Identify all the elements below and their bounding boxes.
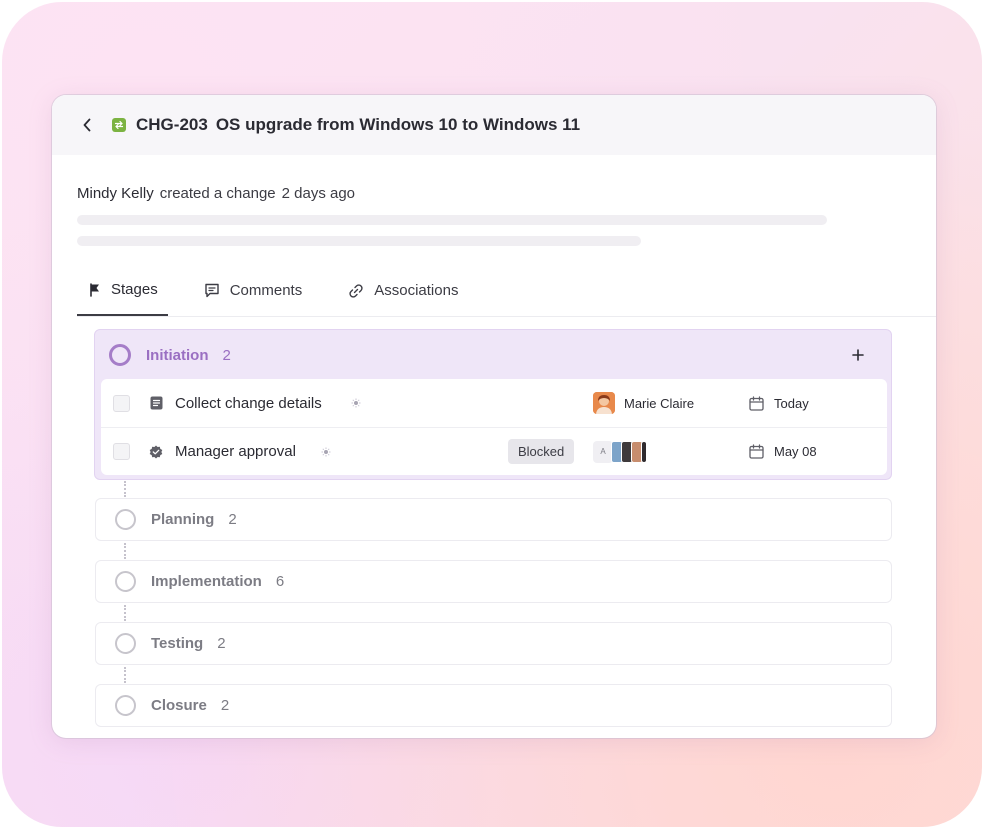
add-task-plus-icon[interactable] — [849, 346, 867, 364]
tab-stages[interactable]: Stages — [77, 265, 168, 316]
assignee-name: Marie Claire — [624, 395, 695, 411]
stage-status-ring-icon — [109, 344, 131, 366]
stage-connector — [124, 667, 126, 683]
tab-associations[interactable]: Associations — [336, 265, 468, 316]
activity-time: 2 days ago — [281, 185, 356, 202]
avatar-initial: A — [593, 440, 613, 463]
description-placeholder-line — [77, 215, 827, 225]
back-arrow-icon[interactable] — [78, 116, 96, 134]
flag-icon — [89, 282, 101, 297]
stage-task-count: 6 — [275, 573, 285, 590]
assignee-avatar-group[interactable]: A — [593, 440, 647, 463]
tab-label: Stages — [111, 281, 158, 298]
link-icon — [348, 283, 364, 299]
stage-name: Closure — [151, 697, 207, 714]
stage-connector — [124, 543, 126, 559]
change-type-icon — [112, 118, 126, 132]
stage-testing[interactable]: Testing 2 — [95, 622, 892, 665]
stage-name: Planning — [151, 511, 215, 528]
stage-connector — [124, 481, 126, 497]
due-date[interactable]: Today — [774, 396, 809, 411]
status-dot-icon — [351, 398, 361, 408]
verified-icon — [149, 445, 163, 459]
stage-name: Testing — [151, 635, 204, 652]
stage-implementation[interactable]: Implementation 6 — [95, 560, 892, 603]
stage-task-count: 2 — [228, 511, 237, 528]
tab-bar: Stages Comments Associations — [77, 265, 936, 317]
change-detail-panel: CHG-203 OS upgrade from Windows 10 to Wi… — [52, 95, 936, 738]
page-title: OS upgrade from Windows 10 to Windows 11 — [215, 115, 581, 134]
document-icon — [149, 396, 163, 410]
avatar[interactable] — [593, 392, 615, 414]
task-row-manager-approval[interactable]: Manager approval Blocked A May 08 — [101, 427, 887, 475]
stage-header[interactable]: Initiation 2 — [95, 330, 891, 380]
stage-connector — [124, 605, 126, 621]
task-checkbox[interactable] — [113, 443, 130, 460]
stage-status-ring-icon — [115, 695, 136, 716]
tab-label: Comments — [229, 282, 303, 299]
description-placeholder-line — [77, 236, 641, 246]
activity-verb: created a change — [159, 185, 276, 202]
task-row-collect-change-details[interactable]: Collect change details Marie Claire Toda… — [101, 379, 887, 427]
status-dot-icon — [321, 447, 331, 457]
calendar-icon — [749, 395, 764, 411]
status-badge: Blocked — [508, 439, 575, 464]
stage-status-ring-icon — [115, 571, 136, 592]
stage-task-count: 2 — [222, 346, 231, 364]
author-name[interactable]: Mindy Kelly — [77, 185, 154, 202]
panel-header: CHG-203 OS upgrade from Windows 10 to Wi… — [52, 95, 936, 155]
comment-icon — [204, 283, 220, 298]
calendar-icon — [749, 444, 764, 459]
stage-status-ring-icon — [115, 509, 136, 530]
stage-task-count: 2 — [220, 697, 230, 714]
stage-name: Initiation — [146, 346, 209, 364]
stage-name: Implementation — [151, 573, 262, 590]
task-name: Collect change details — [175, 394, 322, 412]
due-date[interactable]: May 08 — [774, 444, 817, 459]
tab-label: Associations — [374, 282, 459, 299]
stage-planning[interactable]: Planning 2 — [95, 498, 892, 541]
activity-line: Mindy Kelly created a change 2 days ago — [77, 185, 355, 202]
stage-task-count: 2 — [217, 635, 226, 652]
stage-initiation: Initiation 2 Collect change details Mari… — [94, 329, 892, 480]
tab-comments[interactable]: Comments — [192, 265, 313, 316]
task-list: Collect change details Marie Claire Toda… — [101, 379, 887, 475]
task-checkbox[interactable] — [113, 394, 130, 412]
change-id: CHG-203 — [136, 115, 208, 134]
stage-status-ring-icon — [115, 633, 136, 654]
task-name: Manager approval — [175, 443, 296, 460]
avatar — [641, 440, 647, 463]
stage-closure[interactable]: Closure 2 — [95, 684, 892, 727]
